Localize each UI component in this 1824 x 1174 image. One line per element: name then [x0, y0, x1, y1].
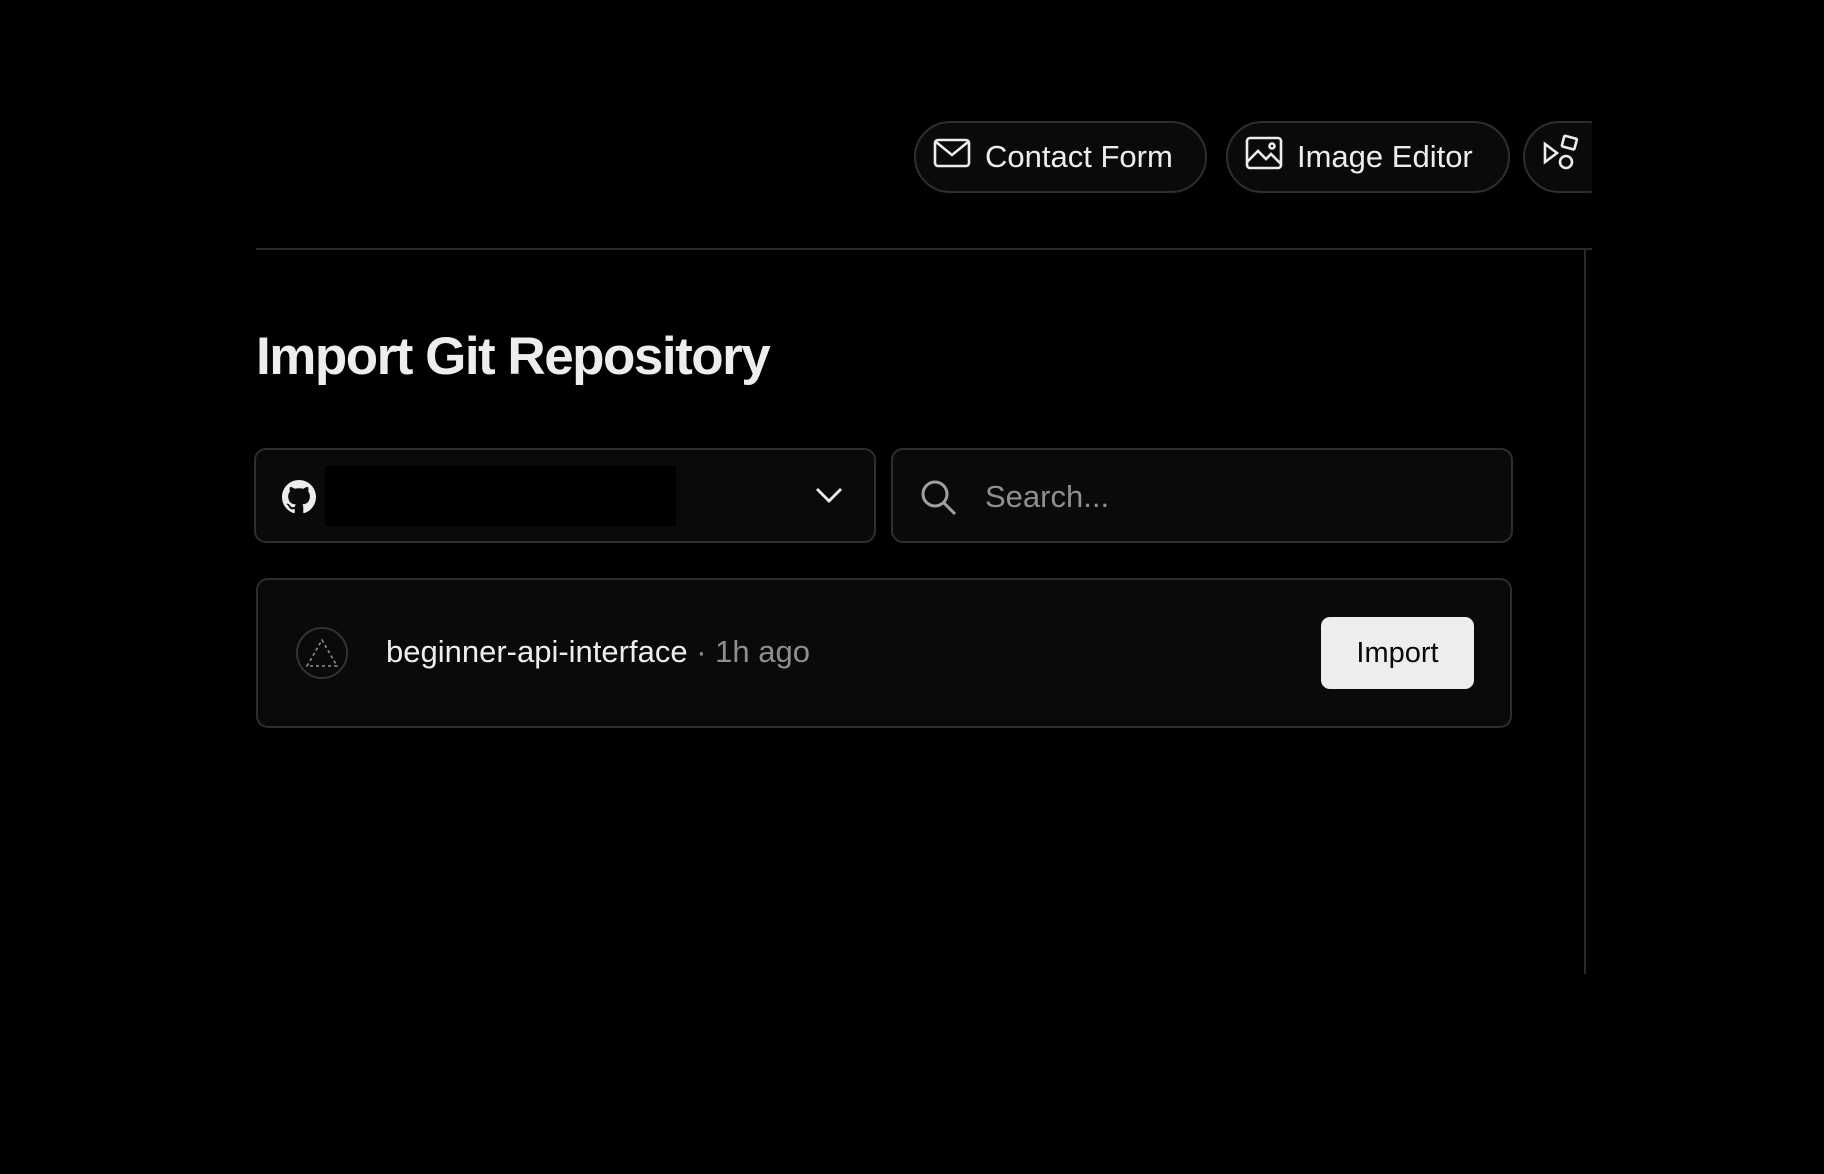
app-root: Contact Form Image Editor Import Git Rep…	[0, 0, 1824, 1174]
mail-icon	[933, 138, 971, 176]
import-button[interactable]: Import	[1321, 617, 1474, 689]
template-pill-contact-form[interactable]: Contact Form	[914, 121, 1207, 193]
selected-account-name	[325, 466, 676, 526]
image-icon	[1245, 136, 1283, 178]
repository-updated-time: 1h ago	[715, 634, 810, 669]
list-item: beginner-api-interface · 1h ago Import	[258, 580, 1510, 726]
github-icon	[282, 480, 316, 519]
search-icon	[919, 478, 959, 523]
page-title: Import Git Repository	[256, 327, 771, 386]
template-pills: Contact Form Image Editor	[914, 121, 1592, 193]
repository-list: beginner-api-interface · 1h ago Import	[256, 578, 1512, 728]
header-divider	[256, 248, 1592, 250]
template-pill-more[interactable]	[1523, 121, 1592, 193]
repository-info: beginner-api-interface · 1h ago	[386, 634, 810, 670]
repository-name: beginner-api-interface	[386, 634, 688, 669]
template-pill-label: Image Editor	[1297, 139, 1473, 174]
shapes-icon	[1542, 134, 1580, 180]
triangle-logo-icon	[296, 627, 348, 679]
repository-separator: ·	[696, 634, 707, 669]
column-divider	[1584, 250, 1586, 974]
template-pill-image-editor[interactable]: Image Editor	[1226, 121, 1510, 193]
repository-search[interactable]	[891, 448, 1513, 543]
git-account-select[interactable]	[254, 448, 876, 543]
template-pill-label: Contact Form	[985, 139, 1173, 174]
chevron-down-icon	[814, 483, 844, 512]
search-input[interactable]	[983, 450, 1487, 543]
